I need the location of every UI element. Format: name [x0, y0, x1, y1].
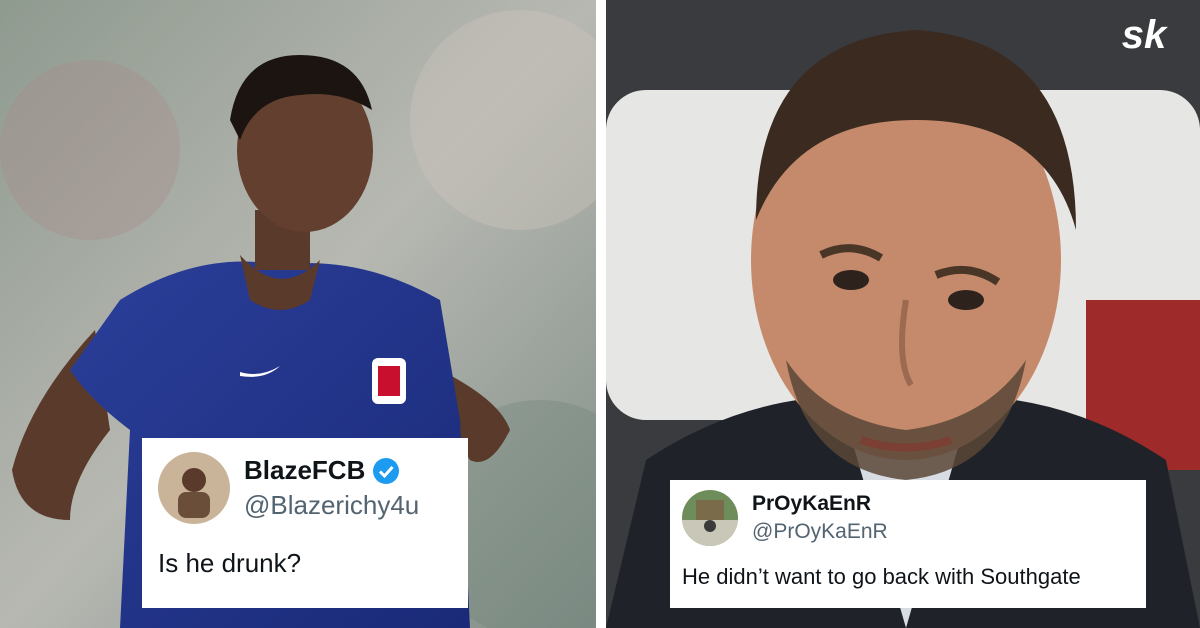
avatar — [158, 452, 230, 524]
tweet-card-blazefcb: BlazeFCB @Blazerichy4u Is he drunk? — [142, 438, 468, 608]
avatar — [682, 490, 738, 546]
logo-text: sk — [1122, 13, 1168, 57]
tweet-card-proykaenr: PrOyKaEnR @PrOyKaEnR He didn’t want to g… — [670, 480, 1146, 608]
tweet-text: Is he drunk? — [158, 548, 302, 578]
author-name[interactable]: BlazeFCB — [244, 455, 365, 486]
tweet-header: BlazeFCB @Blazerichy4u — [158, 452, 452, 524]
tweet-header: PrOyKaEnR @PrOyKaEnR — [682, 490, 1134, 546]
author-name[interactable]: PrOyKaEnR — [752, 492, 888, 516]
sportskeeda-logo: sk — [1104, 12, 1184, 58]
author-handle[interactable]: @PrOyKaEnR — [752, 520, 888, 544]
author-names: BlazeFCB @Blazerichy4u — [244, 455, 419, 521]
verified-badge-icon — [373, 457, 400, 484]
author-handle[interactable]: @Blazerichy4u — [244, 490, 419, 521]
tweet-text: He didn’t want to go back with Southgate — [682, 564, 1081, 589]
name-row: BlazeFCB — [244, 455, 419, 486]
author-names: PrOyKaEnR @PrOyKaEnR — [752, 492, 888, 544]
